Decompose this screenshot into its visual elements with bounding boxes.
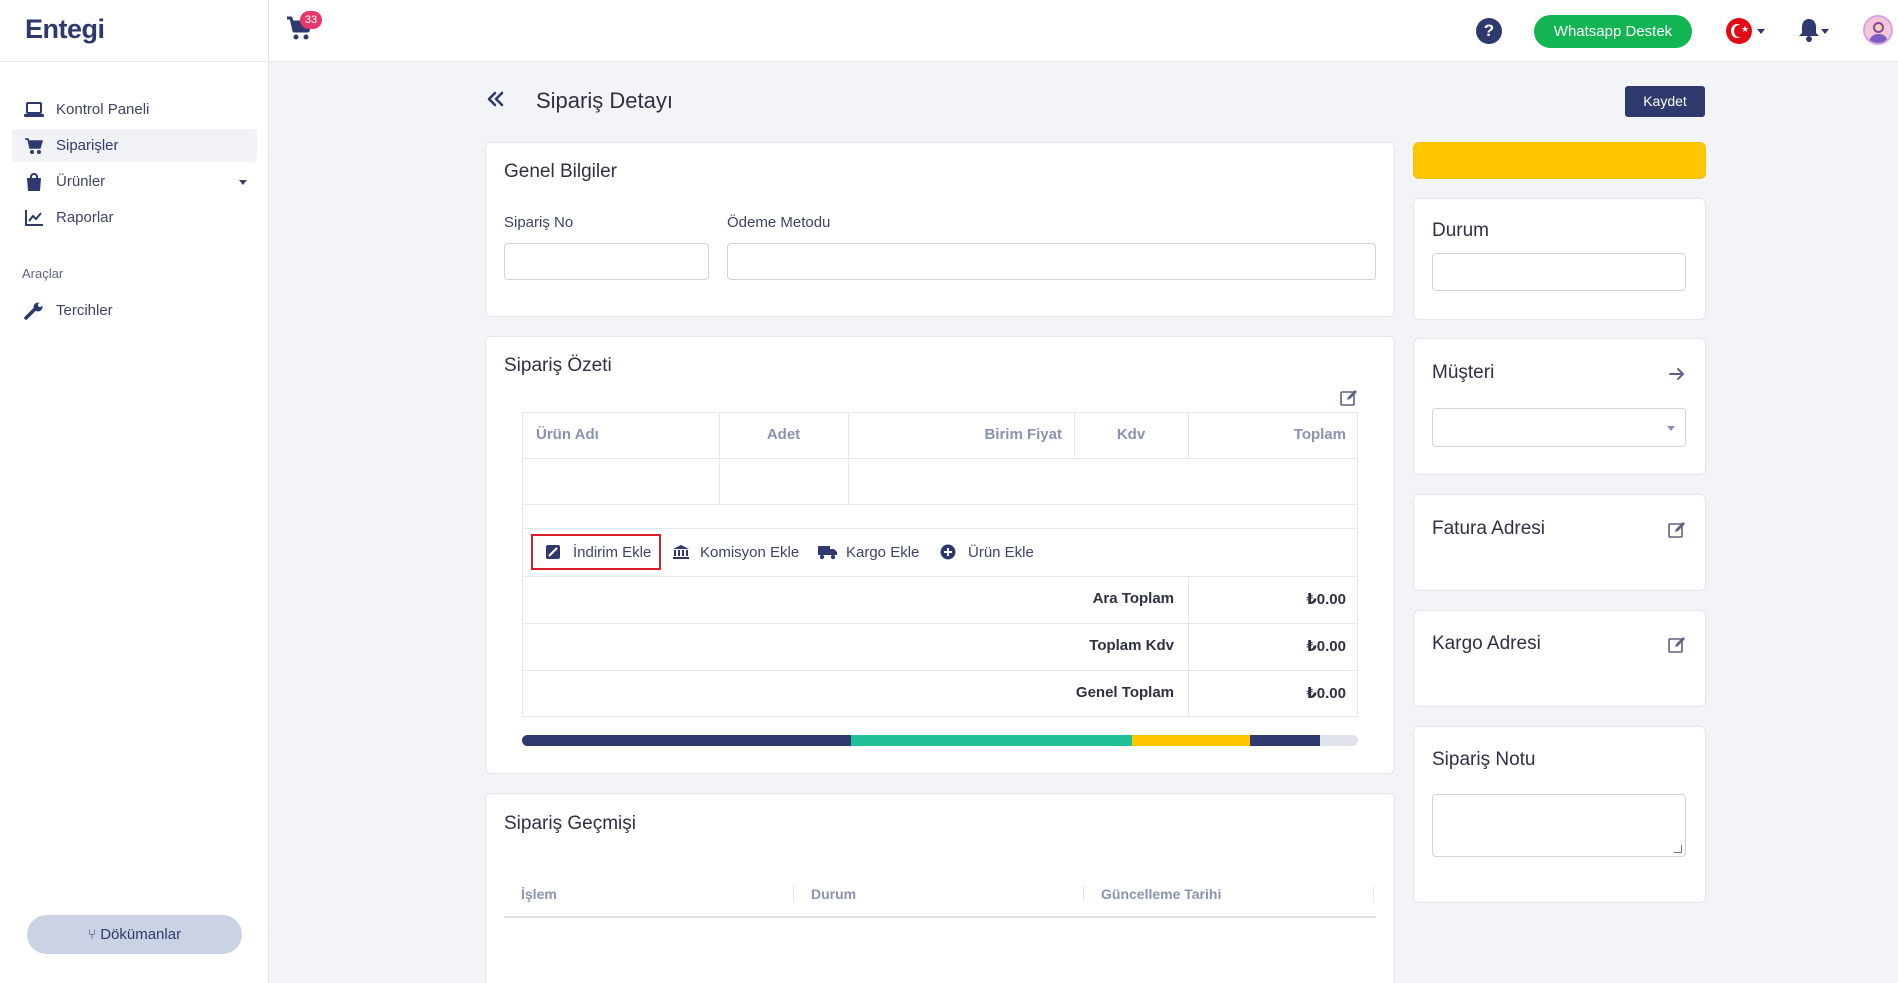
table-row: [523, 459, 1357, 504]
add-product-label: Ürün Ekle: [968, 544, 1034, 561]
sidebar-item-products[interactable]: Ürünler: [12, 165, 257, 198]
order-note-textarea[interactable]: [1432, 794, 1686, 857]
resize-handle-icon[interactable]: [1674, 845, 1682, 853]
sidebar-item-label: Kontrol Paneli: [56, 101, 150, 118]
avatar[interactable]: [1863, 15, 1893, 45]
add-discount-label: İndirim Ekle: [573, 544, 652, 561]
chevron-down-icon: [1667, 426, 1675, 431]
column-header-updated-date: Güncelleme Tarihi: [1101, 886, 1222, 902]
turkish-flag-icon[interactable]: ★: [1726, 18, 1752, 44]
subtotal-value: ₺0.00: [1306, 591, 1346, 608]
order-history-title: Sipariş Geçmişi: [504, 813, 636, 834]
column-header-product-name: Ürün Adı: [536, 426, 599, 443]
order-no-field[interactable]: [504, 243, 709, 280]
status-title: Durum: [1432, 220, 1490, 241]
chevron-down-icon: [239, 180, 247, 185]
column-header-action: İşlem: [521, 886, 557, 902]
page-title: Sipariş Detayı: [536, 88, 673, 113]
progress-segment: [1132, 735, 1251, 746]
documents-label: Dökümanlar: [100, 926, 182, 943]
logo-area: Entegi: [0, 0, 269, 62]
total-vat-label: Toplam Kdv: [1089, 637, 1174, 654]
column-header-vat: Kdv: [1116, 426, 1146, 443]
arrow-right-icon[interactable]: [1668, 365, 1688, 383]
brand-logo[interactable]: Entegi: [25, 14, 105, 45]
column-header-total: Toplam: [1293, 426, 1346, 443]
customer-select[interactable]: [1432, 408, 1686, 447]
edit-icon[interactable]: [1340, 389, 1358, 407]
tools-section-label: Araçlar: [22, 266, 64, 281]
payment-method-field[interactable]: [727, 243, 1376, 280]
sidebar: Kontrol Paneli Siparişler Ürünler Raporl…: [0, 62, 269, 983]
top-bar: Entegi 33 ? Whatsapp Destek ★: [0, 0, 1898, 62]
column-header-unit-price: Birim Fiyat: [984, 426, 1062, 443]
column-header-quantity: Adet: [766, 426, 801, 443]
bag-icon: [24, 173, 44, 191]
truck-icon: [818, 544, 838, 562]
bank-icon: [672, 544, 690, 562]
payment-method-label: Ödeme Metodu: [727, 214, 831, 231]
sidebar-item-label: Ürünler: [56, 173, 106, 190]
cart-icon: [24, 137, 44, 155]
shipping-address-card: [1413, 610, 1706, 707]
sidebar-item-label: Siparişler: [56, 137, 119, 154]
wrench-icon: [24, 302, 44, 320]
grand-total-label: Genel Toplam: [1075, 684, 1174, 701]
cart-count-badge: 33: [300, 11, 322, 29]
progress-segment: [1250, 735, 1321, 746]
progress-segment: [850, 735, 1133, 746]
subtotal-label: Ara Toplam: [1092, 590, 1174, 607]
edit-icon[interactable]: [1668, 636, 1686, 654]
back-icon[interactable]: [484, 88, 510, 114]
sidebar-item-dashboard[interactable]: Kontrol Paneli: [12, 93, 257, 126]
sidebar-item-label: Raporlar: [56, 209, 114, 226]
save-button[interactable]: Kaydet: [1625, 86, 1705, 117]
status-banner: [1413, 142, 1706, 179]
discount-icon: [545, 544, 563, 562]
sidebar-item-orders[interactable]: Siparişler: [12, 129, 257, 162]
add-commission-label: Komisyon Ekle: [700, 544, 800, 561]
shipping-address-title: Kargo Adresi: [1432, 633, 1541, 654]
chart-line-icon: [24, 209, 44, 227]
order-summary-title: Sipariş Özeti: [504, 355, 612, 376]
edit-icon[interactable]: [1668, 521, 1686, 539]
general-info-title: Genel Bilgiler: [504, 161, 617, 182]
invoice-address-card: [1413, 494, 1706, 591]
add-shipping-label: Kargo Ekle: [846, 544, 920, 561]
sidebar-item-preferences[interactable]: Tercihler: [12, 294, 257, 327]
customer-card: [1413, 338, 1706, 475]
language-dropdown-caret-icon[interactable]: [1757, 29, 1765, 34]
laptop-icon: [24, 101, 44, 119]
order-note-title: Sipariş Notu: [1432, 749, 1536, 770]
order-progress-bar: [522, 735, 1358, 746]
invoice-address-title: Fatura Adresi: [1432, 518, 1545, 539]
documents-button[interactable]: ⑂ Dökümanlar: [27, 915, 242, 954]
grand-total-value: ₺0.00: [1306, 685, 1346, 702]
git-branch-icon: ⑂: [87, 926, 101, 942]
plus-circle-icon: [940, 544, 958, 562]
progress-segment: [522, 735, 851, 746]
notifications-caret-icon[interactable]: [1821, 29, 1829, 34]
sidebar-item-label: Tercihler: [56, 302, 113, 319]
column-header-status: Durum: [811, 886, 857, 902]
status-field[interactable]: [1432, 253, 1686, 291]
total-vat-value: ₺0.00: [1306, 638, 1346, 655]
customer-title: Müşteri: [1432, 362, 1495, 383]
help-icon[interactable]: ?: [1476, 18, 1502, 44]
whatsapp-support-button[interactable]: Whatsapp Destek: [1534, 15, 1692, 48]
general-info-card: [485, 142, 1395, 317]
sidebar-item-reports[interactable]: Raporlar: [12, 201, 257, 234]
order-no-label: Sipariş No: [504, 214, 574, 231]
